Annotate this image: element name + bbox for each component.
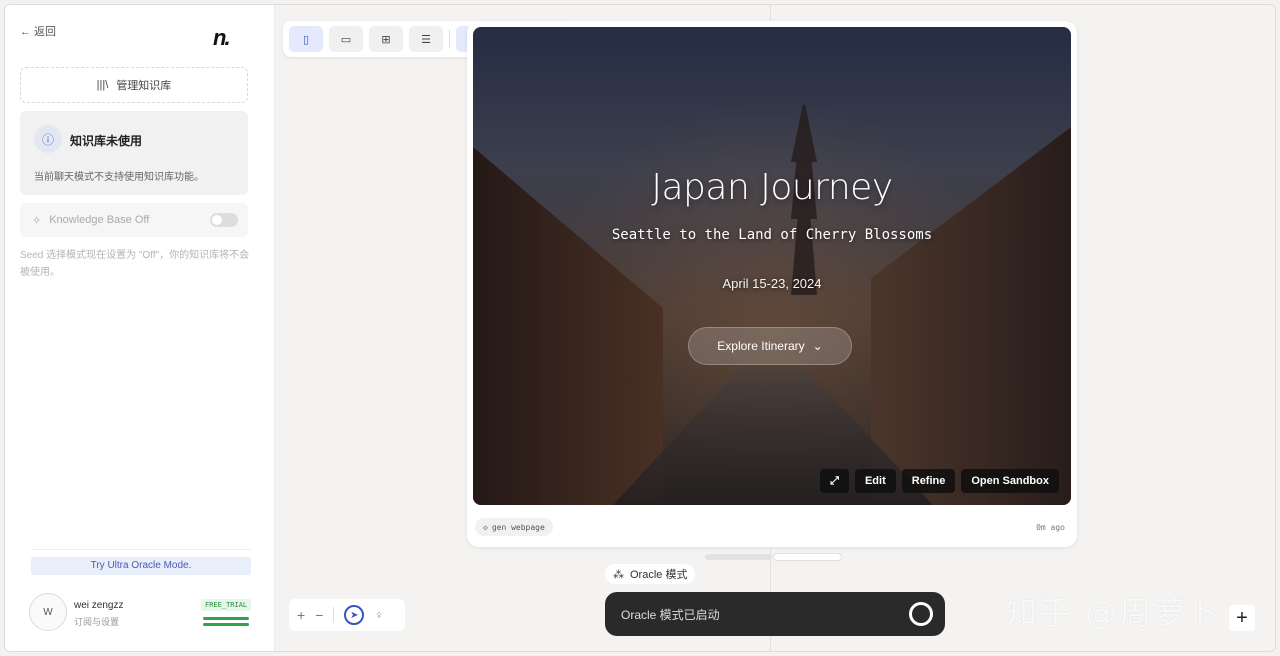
app-logo: n. bbox=[213, 25, 231, 50]
sparkle-icon: ⁂ bbox=[613, 568, 624, 581]
gen-webpage-tag: ◇ gen webpage bbox=[475, 518, 553, 536]
preview-card: Japan Journey Seattle to the Land of Che… bbox=[467, 21, 1077, 547]
info-icon: ⓘ bbox=[34, 125, 62, 153]
zoom-in-button[interactable]: + bbox=[297, 607, 305, 623]
chevron-down-icon: ⌄ bbox=[812, 339, 823, 353]
canvas[interactable]: ▯ ▭ ⊞ ☰ 分享 W < Japan Jo bbox=[275, 5, 1275, 651]
diamond-icon: ◇ bbox=[483, 522, 488, 532]
hero-subtitle: Seattle to the Land of Cherry Blossoms bbox=[611, 227, 933, 243]
explore-itinerary-button[interactable]: Explore Itinerary ⌄ bbox=[688, 327, 852, 365]
zoom-divider bbox=[333, 607, 335, 623]
add-frame-icon: ⊞ bbox=[381, 33, 391, 46]
manage-kb-label: 管理知识库 bbox=[116, 80, 172, 92]
hero-overlay bbox=[473, 27, 1071, 505]
kb-toggle-row[interactable]: ✧ Knowledge Base Off bbox=[20, 203, 248, 237]
user-name: wei zengzz bbox=[74, 600, 124, 611]
search-canvas-button[interactable]: ☰ bbox=[409, 26, 443, 52]
chat-bubble-icon: ▭ bbox=[340, 33, 352, 46]
record-button[interactable] bbox=[909, 602, 933, 626]
tag-label: gen webpage bbox=[491, 522, 545, 532]
kb-status-card: ⓘ 知识库未使用 当前聊天模式不支持使用知识库功能。 bbox=[20, 111, 248, 195]
add-frame-button[interactable]: ⊞ bbox=[369, 26, 403, 52]
kb-note: Seed 选择模式现在设置为 "Off"，你的知识库将不会被使用。 bbox=[20, 250, 250, 278]
kb-toggle-switch[interactable] bbox=[210, 213, 238, 227]
sidebar: ← 返回 n. |||\ 管理知识库 ⓘ 知识库未使用 当前聊天模式不支持使用知… bbox=[5, 5, 275, 651]
add-button[interactable]: + bbox=[1229, 605, 1255, 631]
sparkle-icon: ✧ bbox=[32, 214, 42, 227]
user-profile[interactable]: W wei zengzz 订阅与设置 FREE_TRIAL bbox=[29, 593, 255, 635]
ultra-oracle-link[interactable]: Try Ultra Oracle Mode. bbox=[31, 557, 251, 575]
chat-button[interactable]: ▭ bbox=[329, 26, 363, 52]
refine-button[interactable]: Refine bbox=[901, 469, 956, 493]
zoom-controls: + − ➤ ♀ bbox=[289, 599, 405, 631]
page-dot-active[interactable] bbox=[774, 554, 841, 560]
trial-progress-bar bbox=[203, 617, 249, 620]
back-button[interactable]: ← 返回 bbox=[20, 23, 56, 39]
hero-date: April 15-23, 2024 bbox=[722, 276, 822, 291]
user-subscription-link[interactable]: 订阅与设置 bbox=[74, 615, 119, 628]
watermark: 知乎 @周萝卜 bbox=[1005, 594, 1222, 632]
search-list-icon: ☰ bbox=[421, 33, 431, 46]
books-icon: |||\ bbox=[96, 79, 109, 91]
toolbar-divider bbox=[449, 30, 450, 48]
preview-actions: ⤢ Edit Refine Open Sandbox bbox=[820, 469, 1059, 493]
webpage-preview[interactable]: Japan Journey Seattle to the Land of Che… bbox=[473, 27, 1071, 505]
oracle-input[interactable]: Oracle 模式已启动 bbox=[605, 592, 945, 636]
plan-badge: FREE_TRIAL bbox=[201, 599, 252, 611]
expand-button[interactable]: ⤢ bbox=[820, 469, 849, 493]
cta-label: Explore Itinerary bbox=[717, 339, 805, 353]
page-indicator[interactable] bbox=[705, 554, 841, 562]
sidebar-panel-icon: ▯ bbox=[302, 33, 310, 46]
oracle-input-text: Oracle 模式已启动 bbox=[621, 607, 720, 622]
avatar[interactable]: W bbox=[29, 593, 67, 631]
app-frame: ← 返回 n. |||\ 管理知识库 ⓘ 知识库未使用 当前聊天模式不支持使用知… bbox=[4, 4, 1276, 652]
manage-knowledge-base-button[interactable]: |||\ 管理知识库 bbox=[20, 67, 248, 103]
page-dot[interactable] bbox=[705, 554, 772, 560]
card-timestamp: 0m ago bbox=[1036, 523, 1065, 532]
kb-status-title: 知识库未使用 bbox=[70, 134, 143, 148]
open-sandbox-button[interactable]: Open Sandbox bbox=[961, 469, 1059, 493]
divider bbox=[31, 549, 251, 550]
expand-icon: ⤢ bbox=[830, 474, 839, 487]
hero-title: Japan Journey bbox=[651, 167, 893, 208]
lightbulb-icon[interactable]: ♀ bbox=[374, 608, 383, 622]
kb-status-desc: 当前聊天模式不支持使用知识库功能。 bbox=[34, 172, 204, 183]
edit-button[interactable]: Edit bbox=[854, 469, 896, 493]
oracle-mode-tag[interactable]: ⁂ Oracle 模式 bbox=[605, 564, 696, 584]
zoom-out-button[interactable]: − bbox=[315, 607, 323, 623]
kb-toggle-label: Knowledge Base Off bbox=[49, 214, 150, 226]
sidebar-toggle-button[interactable]: ▯ bbox=[289, 26, 323, 52]
compass-icon[interactable]: ➤ bbox=[344, 605, 365, 625]
oracle-mode-label: Oracle 模式 bbox=[630, 569, 688, 581]
trial-progress-bar-2 bbox=[203, 623, 249, 626]
